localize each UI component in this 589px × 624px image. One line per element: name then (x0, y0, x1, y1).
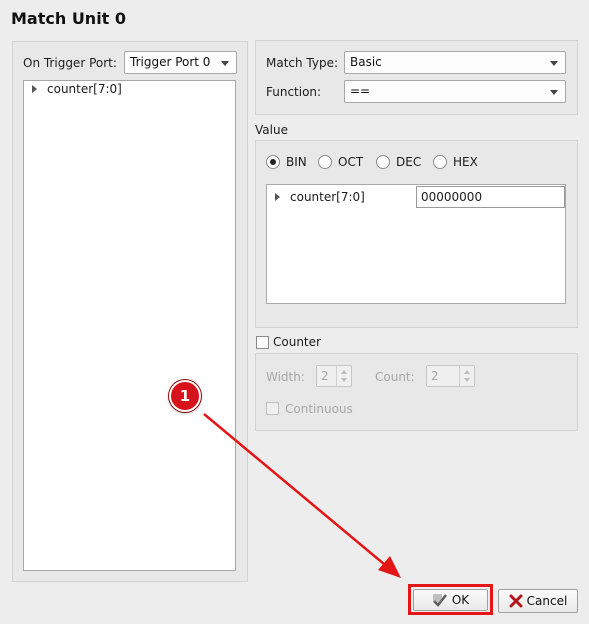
counter-panel: Width: 2 Count: 2 Continuous (255, 353, 578, 431)
chevron-down-icon (550, 90, 558, 95)
continuous-checkbox[interactable] (266, 402, 279, 415)
count-spinbox[interactable]: 2 (426, 365, 475, 387)
width-spinbox[interactable]: 2 (316, 365, 352, 387)
value-table[interactable]: counter[7:0] 00000000 (266, 184, 566, 304)
width-spin-buttons[interactable] (336, 366, 351, 386)
match-type-label: Match Type: (266, 56, 339, 70)
radix-hex-label[interactable]: HEX (453, 155, 478, 169)
radix-oct-label[interactable]: OCT (338, 155, 363, 169)
continuous-label: Continuous (285, 402, 353, 416)
ok-button-label: OK (451, 593, 470, 607)
radix-hex-radio[interactable] (433, 155, 447, 169)
function-select[interactable]: == (344, 80, 566, 103)
chevron-down-icon (221, 61, 229, 66)
step-marker: 1 (169, 380, 201, 412)
expand-arrow-icon[interactable] (32, 85, 37, 93)
ok-button[interactable]: OK (413, 589, 488, 611)
expand-arrow-icon[interactable] (275, 193, 280, 201)
tree-item-counter[interactable]: counter[7:0] (47, 82, 122, 96)
match-type-value: Basic (350, 55, 382, 69)
count-value: 2 (431, 369, 439, 383)
count-label: Count: (375, 370, 415, 384)
step-marker-number: 1 (179, 387, 191, 405)
spin-down-icon[interactable] (341, 378, 347, 382)
trigger-port-value: Trigger Port 0 (130, 55, 211, 69)
radix-bin-radio[interactable] (266, 155, 280, 169)
counter-checkbox-label[interactable]: Counter (273, 335, 321, 349)
trigger-port-panel: On Trigger Port: Trigger Port 0 counter[… (12, 41, 248, 582)
count-spin-buttons[interactable] (459, 366, 474, 386)
ok-check-icon (432, 594, 447, 607)
value-row-input[interactable]: 00000000 (416, 186, 565, 208)
width-label: Width: (266, 370, 305, 384)
trigger-port-select[interactable]: Trigger Port 0 (124, 51, 237, 74)
cancel-button[interactable]: Cancel (498, 589, 578, 613)
spin-down-icon[interactable] (464, 378, 470, 382)
spin-up-icon[interactable] (341, 370, 347, 374)
radix-bin-label[interactable]: BIN (286, 155, 307, 169)
chevron-down-icon (550, 61, 558, 66)
value-panel: BIN OCT DEC HEX counter[7:0] 00000000 (255, 140, 578, 328)
radix-dec-label[interactable]: DEC (396, 155, 421, 169)
trigger-port-label: On Trigger Port: (23, 56, 117, 70)
function-value: == (350, 84, 371, 98)
value-section-label: Value (255, 123, 288, 137)
width-value: 2 (321, 369, 329, 383)
radix-dec-radio[interactable] (376, 155, 390, 169)
cancel-button-label: Cancel (526, 594, 568, 608)
radix-oct-radio[interactable] (318, 155, 332, 169)
dialog-title: Match Unit 0 (11, 9, 127, 28)
match-settings-panel: Match Type: Basic Function: == (255, 40, 578, 115)
function-label: Function: (266, 85, 322, 99)
value-row-signal: counter[7:0] (290, 190, 365, 204)
cancel-x-icon (509, 594, 523, 608)
counter-checkbox[interactable] (256, 336, 269, 349)
spin-up-icon[interactable] (464, 370, 470, 374)
signal-tree[interactable]: counter[7:0] (23, 80, 236, 571)
match-type-select[interactable]: Basic (344, 51, 566, 74)
